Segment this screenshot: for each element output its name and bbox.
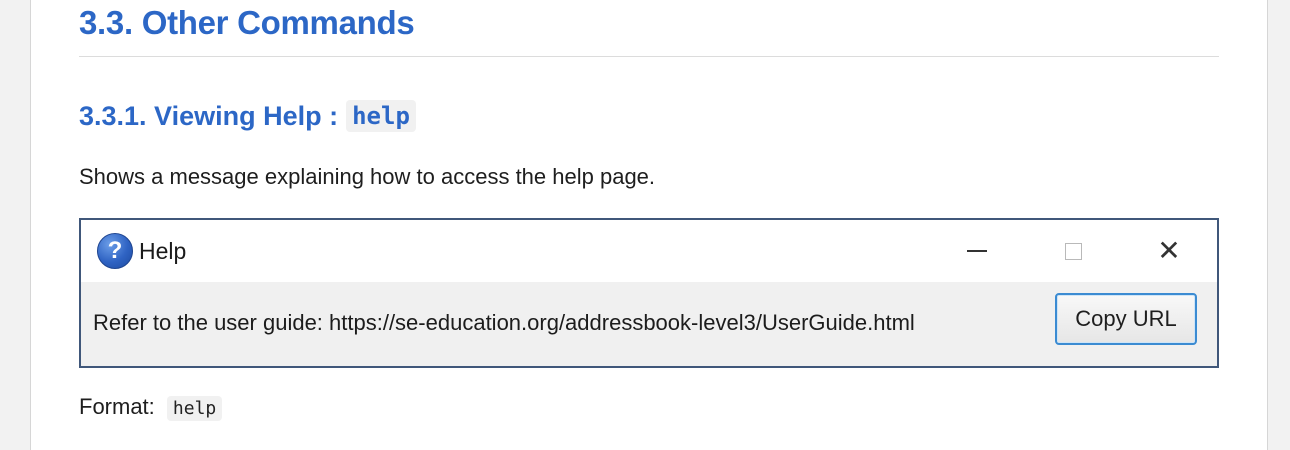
minimize-icon	[967, 250, 987, 252]
help-message: Refer to the user guide: https://se-educ…	[93, 310, 915, 335]
subsection-heading-text: 3.3.1. Viewing Help :	[79, 100, 339, 131]
section-heading: 3.3. Other Commands	[79, 4, 415, 41]
close-icon: ✕	[1157, 235, 1181, 266]
close-button[interactable]: ✕	[1139, 220, 1199, 282]
minimize-button[interactable]	[947, 220, 1007, 282]
subsection-heading: 3.3.1. Viewing Help : help	[79, 98, 416, 134]
question-mark-icon: ?	[97, 233, 133, 269]
doc-page: 3.3. Other Commands 3.3.1. Viewing Help …	[30, 0, 1268, 450]
help-window-screenshot: ? Help ✕ Refer to the user guide: https:…	[79, 218, 1219, 368]
copy-url-button[interactable]: Copy URL	[1055, 293, 1197, 345]
window-title: Help	[139, 237, 187, 264]
command-code: help	[346, 100, 416, 132]
maximize-icon	[1064, 242, 1082, 260]
maximize-button[interactable]	[1043, 220, 1103, 282]
window-titlebar: ? Help ✕	[81, 220, 1217, 282]
format-label: Format:	[79, 394, 155, 419]
heading-divider	[79, 56, 1219, 57]
format-line: Format: help	[79, 394, 223, 421]
format-command-code: help	[166, 396, 223, 421]
help-message-row: Refer to the user guide: https://se-educ…	[81, 282, 1217, 364]
description-paragraph: Shows a message explaining how to access…	[79, 164, 656, 189]
